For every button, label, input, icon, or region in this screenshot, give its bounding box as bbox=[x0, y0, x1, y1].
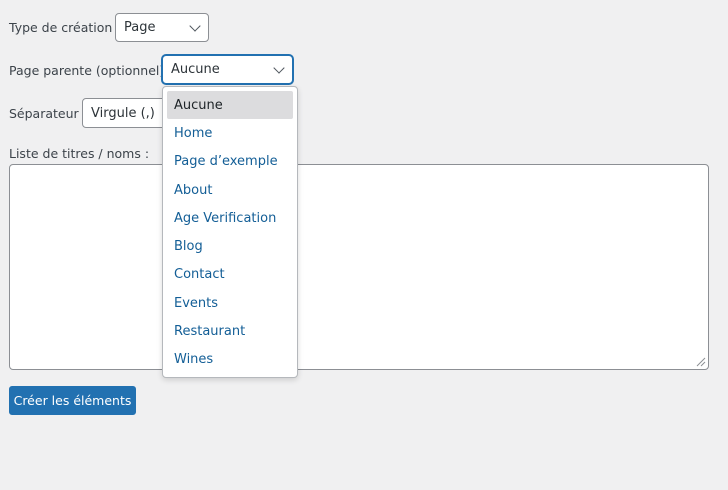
type-select-value: Page bbox=[124, 20, 156, 35]
titles-label: Liste de titres / noms : bbox=[9, 146, 150, 161]
dropdown-option[interactable]: Events bbox=[167, 289, 293, 317]
separator-select-value: Virgule (,) bbox=[91, 105, 155, 121]
dropdown-option[interactable]: Page d’exemple bbox=[167, 148, 293, 176]
dropdown-option[interactable]: Blog bbox=[167, 232, 293, 260]
resize-handle-icon[interactable] bbox=[694, 355, 706, 367]
type-label: Type de création : bbox=[9, 20, 121, 35]
titles-textarea[interactable] bbox=[9, 164, 709, 370]
chevron-down-icon bbox=[273, 61, 285, 74]
parent-label: Page parente (optionnel) : bbox=[9, 63, 173, 78]
type-select[interactable]: Page bbox=[115, 13, 209, 42]
dropdown-option[interactable]: Age Verification bbox=[167, 204, 293, 232]
create-elements-button[interactable]: Créer les éléments bbox=[9, 386, 136, 415]
parent-select-value: Aucune bbox=[171, 62, 220, 77]
chevron-down-icon bbox=[189, 19, 201, 32]
dropdown-option[interactable]: Wines bbox=[167, 346, 293, 374]
dropdown-option[interactable]: Aucune bbox=[167, 91, 293, 120]
dropdown-option[interactable]: Contact bbox=[167, 261, 293, 289]
separator-label: Séparateur : bbox=[9, 106, 87, 121]
parent-dropdown-list: Aucune Home Page d’exemple About Age Ver… bbox=[162, 86, 298, 378]
separator-select[interactable]: Virgule (,) bbox=[82, 98, 166, 128]
parent-select[interactable]: Aucune bbox=[162, 55, 293, 84]
dropdown-option[interactable]: About bbox=[167, 176, 293, 204]
dropdown-option[interactable]: Restaurant bbox=[167, 317, 293, 345]
dropdown-option[interactable]: Home bbox=[167, 119, 293, 147]
